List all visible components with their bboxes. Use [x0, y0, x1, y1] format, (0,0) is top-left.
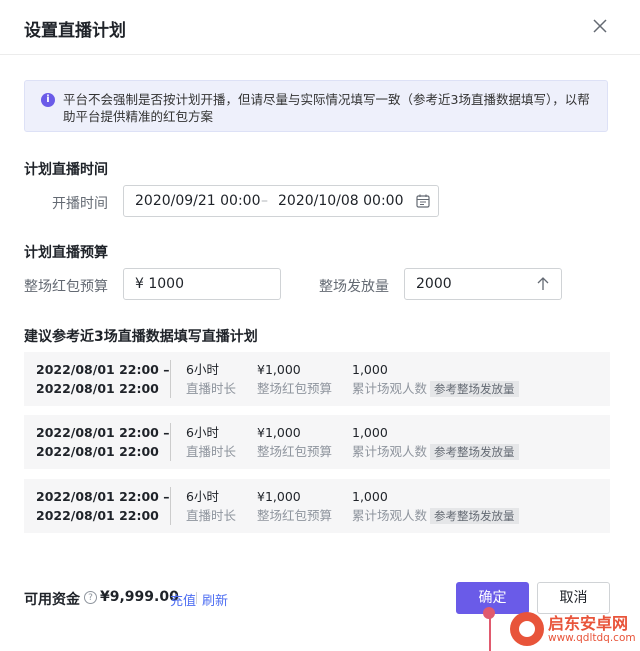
date-range-picker[interactable]: 2020/09/21 00:00 – 2020/10/08 00:00	[123, 185, 439, 217]
info-icon: i	[41, 93, 55, 107]
issue-amount-input[interactable]: 2000	[404, 268, 562, 300]
notice-text: 平台不会强制是否按计划开播，但请尽量与实际情况填写一致（参考近3场直播数据填写）…	[63, 92, 590, 124]
start-date-value: 2020/09/21 00:00	[135, 193, 261, 209]
reference-row: 2022/08/01 22:00 –2022/08/01 22:00 6小时 直播…	[24, 352, 610, 406]
issue-amount-label: 整场发放量	[319, 279, 389, 295]
budget-section-title: 计划直播预算	[24, 245, 108, 261]
watermark-logo-icon	[510, 612, 544, 646]
notice-banner: i 平台不会强制是否按计划开播，但请尽量与实际情况填写一致（参考近3场直播数据填…	[24, 80, 608, 132]
available-funds-label: 可用资金	[24, 592, 80, 608]
refresh-link[interactable]: 刷新	[202, 590, 228, 609]
close-icon[interactable]	[590, 16, 610, 36]
row-date: 2022/08/01 22:00 –2022/08/01 22:00	[36, 489, 170, 523]
reference-row: 2022/08/01 22:00 –2022/08/01 22:00 6小时 直播…	[24, 415, 610, 469]
arrow-up-icon[interactable]	[536, 277, 550, 291]
recharge-link[interactable]: 充值	[170, 590, 196, 609]
help-icon[interactable]: ?	[84, 591, 97, 604]
start-time-label: 开播时间	[52, 196, 108, 212]
row-date: 2022/08/01 22:00 –2022/08/01 22:00	[36, 425, 170, 459]
red-packet-budget-label: 整场红包预算	[24, 279, 108, 295]
reference-tag: 参考整场发放量	[430, 508, 519, 524]
red-packet-budget-input[interactable]: ¥ 1000	[123, 268, 281, 300]
end-date-value: 2020/10/08 00:00	[278, 193, 404, 209]
date-range-separator: –	[261, 193, 268, 209]
click-marker	[489, 614, 491, 651]
dialog-header: 设置直播计划	[0, 0, 640, 55]
dialog-title: 设置直播计划	[24, 21, 126, 41]
row-date: 2022/08/01 22:00 –2022/08/01 22:00	[36, 362, 170, 396]
watermark: 启东安卓网 www.qdltdq.com	[510, 610, 636, 648]
reference-row: 2022/08/01 22:00 –2022/08/01 22:00 6小时 直播…	[24, 479, 610, 533]
calendar-icon[interactable]	[416, 194, 430, 208]
click-marker-dot	[483, 607, 495, 619]
available-funds-value: ¥9,999.00	[100, 589, 179, 605]
schedule-section-title: 计划直播时间	[24, 162, 108, 178]
reference-section-title: 建议参考近3场直播数据填写直播计划	[24, 329, 258, 345]
reference-tag: 参考整场发放量	[430, 381, 519, 397]
reference-tag: 参考整场发放量	[430, 444, 519, 460]
